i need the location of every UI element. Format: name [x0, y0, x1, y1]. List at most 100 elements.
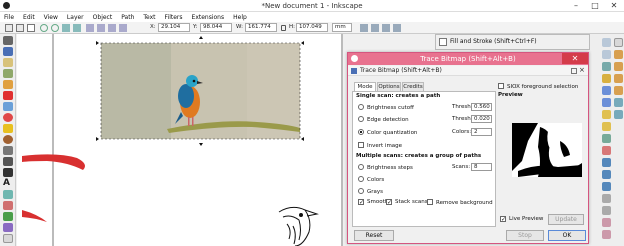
save-icon[interactable] — [602, 62, 611, 71]
print-icon[interactable] — [602, 74, 611, 83]
lock-icon[interactable] — [281, 25, 286, 31]
text-tool-icon[interactable]: A — [3, 179, 13, 188]
flip-vertical-icon[interactable] — [73, 24, 81, 32]
edge-radio[interactable] — [358, 116, 364, 122]
snap-grid-icon[interactable] — [614, 98, 623, 107]
spray-tool-icon[interactable] — [3, 190, 13, 199]
open-icon[interactable] — [602, 50, 611, 59]
snap-page-icon[interactable] — [614, 86, 623, 95]
pencil-tool-icon[interactable] — [3, 146, 13, 155]
remove-bg-row[interactable]: Remove background — [427, 199, 493, 206]
threshold1-spin[interactable]: 0.560 — [471, 103, 492, 111]
live-preview-checkbox[interactable]: ✓ — [500, 216, 506, 223]
export-icon[interactable] — [602, 98, 611, 107]
stack-checkbox[interactable]: ✓ — [386, 199, 392, 206]
lower-to-bottom-icon[interactable] — [119, 24, 127, 32]
drawing-canvas[interactable] — [17, 34, 343, 246]
pen-tool-icon[interactable] — [3, 157, 13, 166]
w-field[interactable]: 161.774 — [245, 23, 277, 32]
live-preview-row[interactable]: ✓ Live Preview — [500, 216, 543, 223]
inner-close-icon[interactable]: × — [579, 66, 585, 74]
menu-file[interactable]: File — [4, 14, 14, 21]
colors-spin[interactable]: 2 — [471, 128, 492, 136]
paste-icon[interactable] — [602, 146, 611, 155]
raise-icon[interactable] — [97, 24, 105, 32]
inner-options-icon[interactable] — [571, 68, 577, 74]
close-button[interactable]: ✕ — [604, 0, 624, 11]
select-all-layers-icon[interactable] — [16, 24, 24, 32]
rotate-ccw-icon[interactable] — [40, 24, 48, 32]
snap-toggle-icon[interactable] — [614, 38, 623, 47]
selector-tool-icon[interactable] — [3, 36, 13, 45]
colors-multi-radio[interactable] — [358, 176, 364, 182]
group-icon[interactable] — [602, 218, 611, 227]
threshold2-spin[interactable]: 0.020 — [471, 115, 492, 123]
stop-button[interactable]: Stop — [506, 230, 544, 241]
snap-paths-icon[interactable] — [614, 74, 623, 83]
colorquant-radio[interactable] — [358, 129, 364, 135]
snap-nodes-icon[interactable] — [614, 62, 623, 71]
stack-row[interactable]: ✓ Stack scans — [386, 199, 428, 206]
calligraphy-tool-icon[interactable] — [3, 168, 13, 177]
menu-text[interactable]: Text — [143, 14, 155, 21]
deselect-icon[interactable] — [27, 24, 35, 32]
duplicate-icon[interactable] — [602, 194, 611, 203]
clone-icon[interactable] — [602, 206, 611, 215]
bsteps-radio-row[interactable]: Brightness steps — [358, 164, 413, 171]
bsteps-radio[interactable] — [358, 164, 364, 170]
menu-object[interactable]: Object — [93, 14, 113, 21]
ok-button[interactable]: OK — [548, 230, 586, 241]
scale-stroke-icon[interactable] — [360, 24, 368, 32]
siox-checkbox-row[interactable]: SIOX foreground selection — [498, 83, 578, 90]
y-field[interactable]: 98.044 — [200, 23, 232, 32]
menu-filters[interactable]: Filters — [165, 14, 183, 21]
tab-credits[interactable]: Credits — [402, 82, 424, 91]
spiral-tool-icon[interactable] — [3, 135, 13, 144]
invert-checkbox[interactable] — [358, 142, 364, 148]
gradient-tool-icon[interactable] — [3, 223, 13, 232]
x-field[interactable]: 29.104 — [158, 23, 190, 32]
tab-mode[interactable]: Mode — [354, 82, 376, 91]
colorquant-radio-row[interactable]: Color quantization — [358, 129, 417, 136]
menu-help[interactable]: Help — [233, 14, 247, 21]
redo-icon[interactable] — [602, 122, 611, 131]
move-gradients-icon[interactable] — [382, 24, 390, 32]
grays-row[interactable]: Grays — [358, 188, 383, 195]
menu-layer[interactable]: Layer — [67, 14, 84, 21]
tweak-tool-icon[interactable] — [3, 58, 13, 67]
copy-icon[interactable] — [602, 134, 611, 143]
dialog-close-button[interactable]: ✕ — [562, 53, 588, 64]
reset-button[interactable]: Reset — [354, 230, 394, 241]
brightness-radio-row[interactable]: Brightness cutoff — [358, 104, 414, 111]
paint-bucket-tool-icon[interactable] — [3, 212, 13, 221]
move-patterns-icon[interactable] — [393, 24, 401, 32]
3d-box-tool-icon[interactable] — [3, 102, 13, 111]
new-document-icon[interactable] — [602, 38, 611, 47]
menu-view[interactable]: View — [44, 14, 58, 21]
rectangle-tool-icon[interactable] — [3, 91, 13, 100]
dropper-tool-icon[interactable] — [3, 234, 13, 243]
flip-horizontal-icon[interactable] — [62, 24, 70, 32]
ungroup-icon[interactable] — [602, 230, 611, 239]
unit-select[interactable]: mm — [332, 23, 352, 32]
siox-checkbox[interactable] — [498, 83, 504, 89]
maximize-button[interactable]: □ — [585, 0, 605, 11]
ellipse-tool-icon[interactable] — [3, 113, 13, 122]
invert-row[interactable]: Invert image — [358, 142, 402, 149]
zoom-selection-icon[interactable] — [602, 158, 611, 167]
tab-options[interactable]: Options — [377, 82, 401, 91]
node-tool-icon[interactable] — [3, 47, 13, 56]
brightness-radio[interactable] — [358, 104, 364, 110]
dialog-title-bar[interactable]: Trace Bitmap (Shift+Alt+B) ✕ — [348, 53, 588, 65]
rotate-cw-icon[interactable] — [51, 24, 59, 32]
import-icon[interactable] — [602, 86, 611, 95]
snap-bbox-icon[interactable] — [614, 50, 623, 59]
menu-extensions[interactable]: Extensions — [192, 14, 225, 21]
scale-corners-icon[interactable] — [371, 24, 379, 32]
update-button[interactable]: Update — [548, 214, 584, 225]
menu-edit[interactable]: Edit — [23, 14, 35, 21]
lower-icon[interactable] — [108, 24, 116, 32]
zoom-tool-icon[interactable] — [3, 69, 13, 78]
undo-icon[interactable] — [602, 110, 611, 119]
edge-radio-row[interactable]: Edge detection — [358, 116, 409, 123]
